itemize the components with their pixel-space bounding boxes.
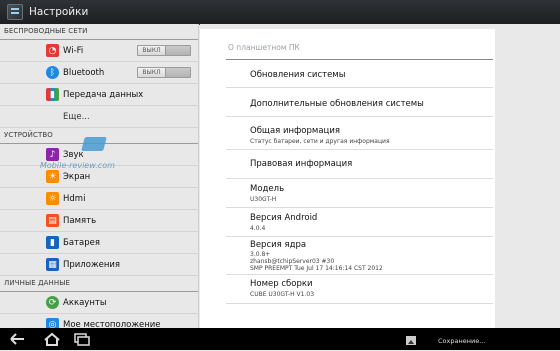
sidebar-item-label: Hdmi (63, 193, 86, 204)
section-header-personal: ЛИЧНЫЕ ДАННЫЕ (0, 276, 198, 292)
settings-app-icon[interactable] (7, 4, 23, 20)
sidebar-item-storage[interactable]: ▤ Память (0, 210, 198, 232)
screenshot-icon (406, 336, 416, 345)
sidebar-item-data-usage[interactable]: ▮ Передача данных (0, 84, 198, 106)
toggle-label: ВЫКЛ (138, 68, 166, 77)
pref-system-updates[interactable]: Обновления системы (226, 60, 493, 88)
sidebar-item-label: Мое местоположение (63, 319, 161, 329)
home-icon[interactable] (42, 331, 62, 347)
sidebar-item-apps[interactable]: ▦ Приложения (0, 254, 198, 276)
pref-summary: Статус батареи, сети и другая информация (250, 138, 390, 145)
pref-title: Дополнительные обновления системы (250, 99, 424, 109)
pref-value: 4.0.4 (250, 225, 266, 232)
sidebar-item-label: Память (63, 215, 97, 226)
pref-title: Модель (250, 184, 285, 194)
about-panel: О планшетном ПК Обновления системы Допол… (200, 29, 495, 328)
wifi-toggle[interactable]: ВЫКЛ (137, 45, 191, 56)
sidebar-item-bluetooth[interactable]: ᛒ Bluetooth ВЫКЛ (0, 62, 198, 84)
back-icon[interactable] (8, 331, 28, 347)
panel-title: О планшетном ПК (228, 43, 300, 52)
sound-icon: ♪ (46, 148, 59, 161)
system-nav-bar: Сохранение... (0, 328, 560, 350)
apps-icon: ▦ (46, 258, 59, 271)
storage-icon: ▤ (46, 214, 59, 227)
location-icon: ◎ (46, 318, 59, 328)
pref-legal[interactable]: Правовая информация (226, 150, 493, 179)
pref-value: SMP PREEMPT Tue Jul 17 14:16:14 CST 2012 (250, 265, 383, 272)
sidebar-item-label: Передача данных (63, 89, 144, 100)
pref-title: Правовая информация (250, 159, 353, 169)
details-pane: О планшетном ПК Обновления системы Допол… (200, 24, 560, 328)
wifi-icon: ◔ (46, 44, 59, 57)
sidebar-item-accounts[interactable]: ⟳ Аккаунты (0, 292, 198, 314)
pref-value: CUBE U30GT-H V1.03 (250, 291, 315, 298)
pref-title: Версия Android (250, 213, 318, 223)
pref-android-version[interactable]: Версия Android 4.0.4 (226, 208, 493, 237)
pref-value: zhansb@tchipServer03 #30 (250, 258, 335, 265)
bluetooth-icon: ᛒ (46, 66, 59, 79)
sidebar-item-hdmi[interactable]: ☼ Hdmi (0, 188, 198, 210)
sidebar-item-label: Еще... (63, 111, 90, 122)
pref-value: U30GT-H (250, 196, 277, 203)
settings-sidebar: БЕСПРОВОДНЫЕ СЕТИ ◔ Wi-Fi ВЫКЛ ᛒ Bluetoo… (0, 24, 199, 328)
pref-status[interactable]: Общая информация Статус батареи, сети и … (226, 117, 493, 150)
battery-icon: ▮ (46, 236, 59, 249)
pref-title: Номер сборки (250, 279, 313, 289)
notification-text: Сохранение... (438, 336, 486, 345)
pref-title: Общая информация (250, 126, 340, 136)
sidebar-item-label: Bluetooth (63, 67, 105, 78)
pref-model: Модель U30GT-H (226, 179, 493, 208)
notification-area[interactable]: Сохранение... (402, 331, 560, 350)
sidebar-item-label: Wi-Fi (63, 45, 84, 56)
app-title: Настройки (29, 6, 89, 18)
pref-value: 3.0.8+ (250, 251, 271, 258)
sidebar-item-more[interactable]: Еще... (0, 106, 198, 128)
recent-apps-icon[interactable] (72, 331, 92, 347)
hdmi-icon: ☼ (46, 192, 59, 205)
sidebar-item-label: Звук (63, 149, 84, 160)
sidebar-item-label: Батарея (63, 237, 100, 248)
sidebar-item-label: Аккаунты (63, 297, 107, 308)
section-header-wireless: БЕСПРОВОДНЫЕ СЕТИ (0, 24, 198, 40)
toggle-label: ВЫКЛ (138, 46, 166, 55)
sidebar-item-battery[interactable]: ▮ Батарея (0, 232, 198, 254)
pref-title: Версия ядра (250, 240, 307, 250)
pref-kernel-version: Версия ядра 3.0.8+ zhansb@tchipServer03 … (226, 237, 493, 275)
bluetooth-toggle[interactable]: ВЫКЛ (137, 67, 191, 78)
data-usage-icon: ▮ (46, 88, 59, 101)
watermark-logo-icon (81, 137, 107, 151)
display-icon: ☀ (46, 170, 59, 183)
sidebar-item-label: Приложения (63, 259, 121, 270)
pref-title: Обновления системы (250, 70, 346, 80)
pref-extra-updates[interactable]: Дополнительные обновления системы (226, 88, 493, 117)
action-bar: Настройки (0, 0, 560, 25)
accounts-icon: ⟳ (46, 296, 59, 309)
sidebar-item-wifi[interactable]: ◔ Wi-Fi ВЫКЛ (0, 40, 198, 62)
sidebar-item-location[interactable]: ◎ Мое местоположение (0, 314, 198, 328)
sidebar-item-label: Экран (63, 171, 91, 182)
watermark-text: Mobile-review.com (40, 161, 115, 170)
pref-build-number[interactable]: Номер сборки CUBE U30GT-H V1.03 (226, 275, 493, 304)
